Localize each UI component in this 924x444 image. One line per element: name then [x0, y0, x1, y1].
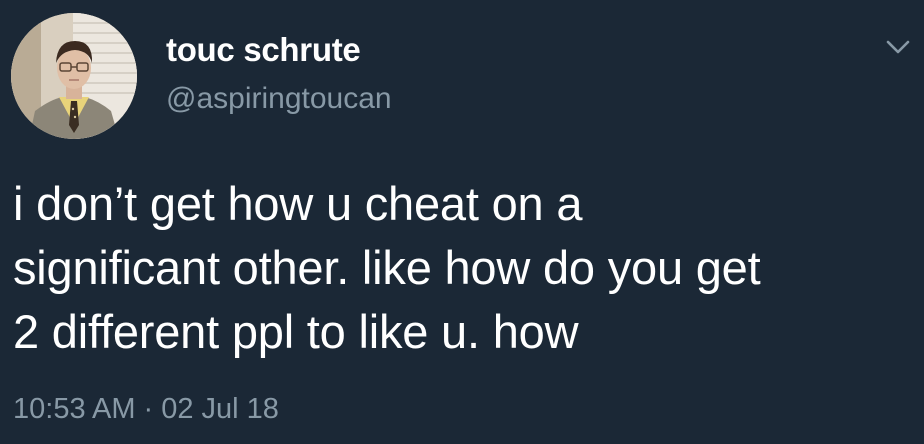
display-name[interactable]: touc schrute	[166, 31, 361, 69]
tweet-card: touc schrute @aspiringtoucan i don’t get…	[0, 0, 924, 444]
chevron-down-icon[interactable]	[884, 36, 912, 58]
tweet-timestamp[interactable]: 10:53 AM · 02 Jul 18	[13, 393, 279, 426]
user-handle[interactable]: @aspiringtoucan	[166, 82, 392, 116]
tweet-text-line: significant other. like how do you get	[13, 241, 761, 294]
tweet-date: 02 Jul 18	[161, 393, 279, 425]
avatar[interactable]	[11, 13, 137, 139]
tweet-text-line: 2 different ppl to like u. how	[13, 305, 579, 358]
avatar-photo	[11, 13, 137, 139]
tweet-text-line: i don’t get how u cheat on a	[13, 177, 583, 230]
tweet-time: 10:53 AM	[13, 393, 136, 425]
tweet-text: i don’t get how u cheat on a significant…	[13, 172, 913, 364]
meta-separator: ·	[143, 393, 154, 425]
